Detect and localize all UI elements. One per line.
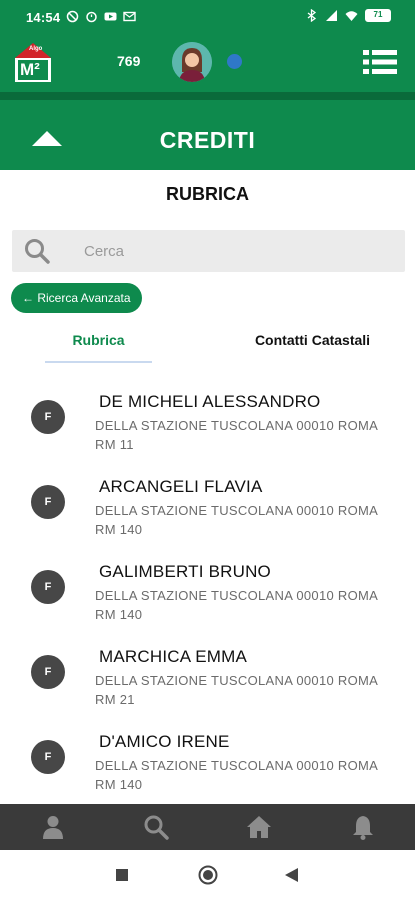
contact-type-badge: F [31, 485, 65, 519]
list-item[interactable]: F DE MICHELI ALESSANDRO DELLA STAZIONE T… [0, 378, 415, 463]
list-item[interactable]: F ARCANGELI FLAVIA DELLA STAZIONE TUSCOL… [0, 463, 415, 548]
tab-rubrica[interactable]: Rubrica [45, 332, 152, 348]
status-bar: 14:54 71 [0, 0, 415, 36]
contact-name: MARCHICA EMMA [99, 647, 248, 666]
section-subtitle: RUBRICA [166, 184, 249, 204]
bottom-nav [0, 804, 415, 850]
section-header: CREDITI [0, 100, 415, 170]
wifi-icon [345, 11, 358, 21]
menu-list-icon[interactable] [363, 48, 397, 76]
search-icon[interactable] [24, 238, 50, 264]
app-logo: Algo M² [12, 40, 54, 84]
list-item[interactable]: F MARCHICA EMMA DELLA STAZIONE TUSCOLANA… [0, 633, 415, 718]
contact-type-badge: F [31, 740, 65, 774]
status-time: 14:54 [26, 10, 61, 25]
contact-type-badge: F [31, 400, 65, 434]
page-title: CREDITI [159, 127, 256, 153]
list-item[interactable]: F GALIMBERTI BRUNO DELLA STAZIONE TUSCOL… [0, 548, 415, 633]
avatar[interactable] [172, 42, 212, 82]
active-tab-indicator [45, 361, 152, 363]
contact-name: GALIMBERTI BRUNO [99, 562, 271, 581]
list-item[interactable]: F D'AMICO IRENE DELLA STAZIONE TUSCOLANA… [0, 718, 415, 803]
logo-text: M² [20, 60, 40, 79]
presence-indicator [227, 54, 242, 69]
person-icon[interactable] [40, 814, 66, 840]
search-icon[interactable] [143, 814, 169, 840]
logo-badge: Algo [29, 46, 43, 52]
credits-count[interactable]: 769 [117, 53, 140, 69]
bluetooth-icon [307, 9, 317, 22]
divider [0, 92, 415, 100]
notification-icon [123, 11, 136, 22]
youtube-icon [104, 12, 117, 21]
home-icon[interactable] [246, 814, 272, 840]
contact-address: DELLA STAZIONE TUSCOLANA 00010 ROMA RM 2… [95, 673, 378, 707]
signal-icon [326, 10, 337, 21]
app-bar: Algo M² 769 [0, 36, 415, 92]
do-not-disturb-icon [66, 10, 79, 23]
contact-address: DELLA STAZIONE TUSCOLANA 00010 ROMA RM 1… [95, 758, 378, 792]
contact-name: ARCANGELI FLAVIA [99, 477, 263, 496]
recents-icon[interactable] [116, 869, 128, 881]
contact-name: D'AMICO IRENE [99, 732, 230, 751]
back-icon[interactable] [285, 868, 298, 882]
contact-name: DE MICHELI ALESSANDRO [99, 392, 321, 411]
bell-icon[interactable] [350, 814, 376, 840]
contact-address: DELLA STAZIONE TUSCOLANA 00010 ROMA RM 1… [95, 418, 378, 452]
tab-contatti-catastali[interactable]: Contatti Catastali [240, 332, 385, 348]
system-nav-bar [0, 850, 415, 900]
battery-indicator: 71 [365, 9, 391, 22]
home-button-icon[interactable] [198, 865, 218, 885]
contact-type-badge: F [31, 570, 65, 604]
search-bar [12, 230, 405, 272]
advanced-search-button[interactable]: ← Ricerca Avanzata [11, 283, 142, 313]
contact-address: DELLA STAZIONE TUSCOLANA 00010 ROMA RM 1… [95, 503, 378, 537]
alarm-icon [86, 11, 97, 23]
search-input[interactable] [84, 238, 384, 264]
tab-bar: Rubrica Contatti Catastali [0, 326, 415, 366]
contact-address: DELLA STAZIONE TUSCOLANA 00010 ROMA RM 1… [95, 588, 378, 622]
user-avatar-icon [172, 42, 212, 82]
contact-type-badge: F [31, 655, 65, 689]
